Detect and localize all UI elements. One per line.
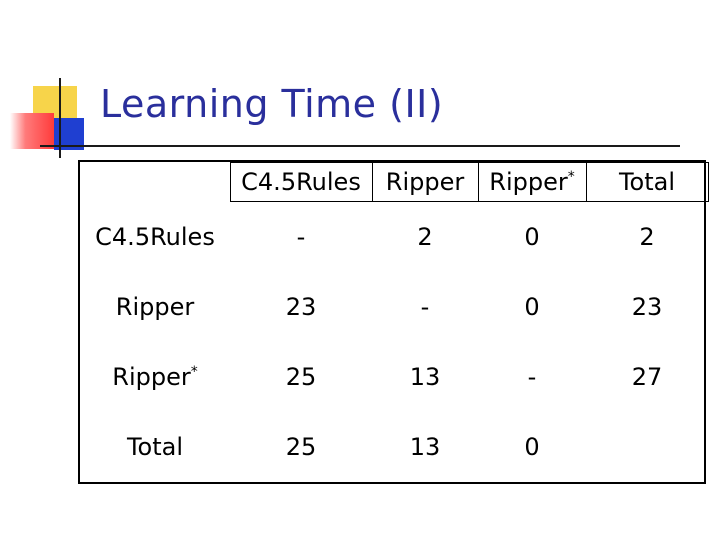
table-cell: - [420,293,430,322]
table-cell: - [296,223,306,252]
table-cell: 25 [285,363,317,392]
table-cell: 2 [639,223,655,252]
table-cell: 13 [409,363,441,392]
logo-red-square [10,113,54,149]
table-row: Total 25 13 0 [80,412,708,482]
table-cell: 0 [524,293,540,322]
column-header: Ripper* [477,162,587,202]
comparison-table: C4.5Rules Ripper Ripper* Total C4.5Rules… [78,160,709,484]
column-header: C4.5Rules [229,162,373,202]
table-cell: 0 [524,433,540,462]
table-cell: 2 [417,223,433,252]
table-cell: 23 [285,293,317,322]
table-row: Ripper* 25 13 - 27 [80,342,708,412]
table-cell: 23 [631,293,663,322]
column-header: Total [585,162,709,202]
table-row: C4.5Rules - 2 0 2 [80,202,708,273]
table-cell: - [527,363,537,392]
table-cell: 27 [631,363,663,392]
table-cell [586,412,708,482]
table-cell: 25 [285,433,317,462]
row-label: C4.5Rules [95,223,215,252]
table-row: Ripper 23 - 0 23 [80,273,708,343]
slide-title: Learning Time (II) [100,82,444,126]
header-corner-cell [80,163,230,202]
title-underline [40,145,680,147]
table-cell: 0 [524,223,540,252]
row-label: Total [126,433,184,462]
row-label: Ripper [115,293,195,322]
row-label: Ripper* [112,363,198,392]
column-header: Ripper [371,162,479,202]
table-header-row: C4.5Rules Ripper Ripper* Total [80,162,709,202]
table-cell: 13 [409,433,441,462]
